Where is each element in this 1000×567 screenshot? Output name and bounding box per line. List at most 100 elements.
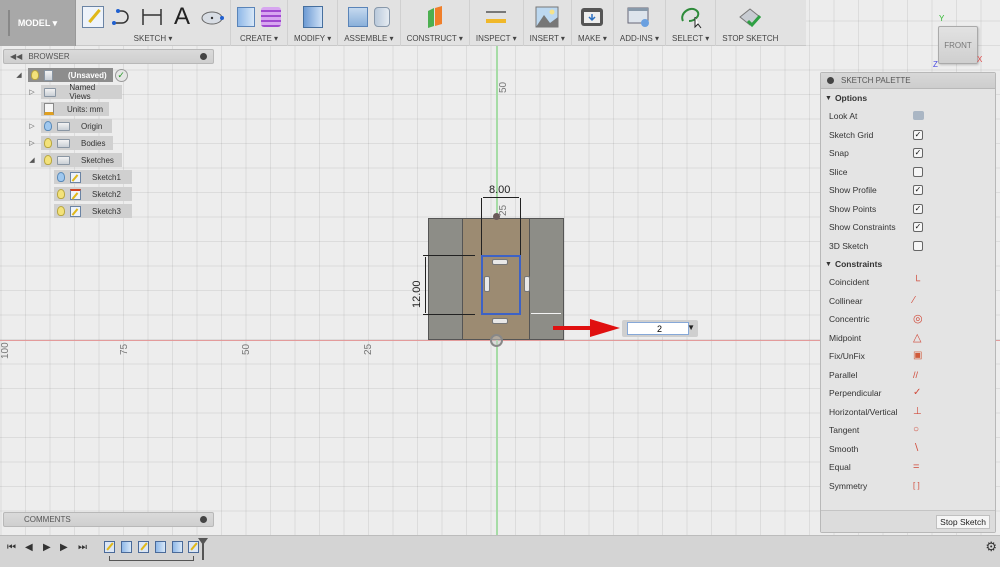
constraint-equal[interactable]: Equal = (821, 458, 995, 477)
visibility-bulb-icon[interactable] (31, 70, 39, 80)
3d-sketch-checkbox[interactable] (913, 240, 923, 251)
origin-point[interactable] (490, 334, 503, 347)
stop-sketch-icon[interactable] (738, 5, 762, 29)
viewcube[interactable]: FRONT (938, 26, 978, 64)
expand-right-icon[interactable]: ▷ (27, 88, 37, 96)
show-profile-checkbox[interactable]: ✓ (913, 185, 923, 195)
modify-menu[interactable]: MODIFY ▾ (294, 34, 331, 43)
profile-left-region[interactable] (428, 218, 463, 340)
slice-checkbox[interactable] (913, 166, 923, 177)
press-pull-icon[interactable] (302, 6, 323, 28)
expand-down-icon[interactable]: ◢ (27, 156, 37, 164)
gear-icon[interactable]: ⚙ (985, 539, 997, 555)
vertical-constraint-icon[interactable] (484, 276, 490, 292)
midpoint-icon[interactable]: △ (913, 332, 923, 343)
addins-menu[interactable]: ADD-INS ▾ (620, 34, 659, 43)
snap-checkbox[interactable]: ✓ (913, 148, 923, 158)
look-at-icon[interactable] (913, 111, 924, 120)
constraint-tangent[interactable]: Tangent ○ (821, 421, 995, 440)
vertical-constraint-icon[interactable] (524, 276, 530, 292)
constraint-concentric[interactable]: Concentric ◎ (821, 310, 995, 329)
constraint-collinear[interactable]: Collinear ⁄ (821, 292, 995, 311)
option-show-profile[interactable]: Show Profile ✓ (821, 181, 995, 200)
coincident-icon[interactable]: └ (913, 277, 923, 287)
symmetry-icon[interactable]: [ ] (913, 481, 923, 491)
play-icon[interactable]: ▶ (43, 542, 51, 553)
expand-right-icon[interactable]: ▷ (27, 139, 37, 147)
scripts-icon[interactable] (627, 5, 651, 29)
browser-item-named-views[interactable]: ▷ Named Views (27, 83, 122, 101)
construct-plane-icon[interactable] (423, 5, 447, 29)
horizontal-constraint-icon[interactable] (492, 259, 508, 265)
timeline-sketch-icon[interactable] (104, 541, 115, 553)
constraint-midpoint[interactable]: Midpoint △ (821, 329, 995, 348)
constraint-parallel[interactable]: Parallel // (821, 366, 995, 385)
option-3d-sketch[interactable]: 3D Sketch (821, 237, 995, 256)
sketch-line[interactable] (423, 255, 475, 256)
collinear-icon[interactable]: ⁄ (913, 295, 923, 306)
viewcube-face-front[interactable]: FRONT (944, 41, 972, 50)
timeline-extrude-icon[interactable] (172, 541, 183, 553)
dimension-value-input[interactable] (627, 322, 689, 335)
constraint-symmetry[interactable]: Symmetry [ ] (821, 477, 995, 496)
assemble-menu[interactable]: ASSEMBLE ▾ (344, 34, 393, 43)
option-show-constraints[interactable]: Show Constraints ✓ (821, 218, 995, 237)
option-show-points[interactable]: Show Points ✓ (821, 200, 995, 219)
sketch-point[interactable] (493, 213, 500, 220)
pin-icon[interactable] (200, 53, 207, 60)
timeline-sketch-icon[interactable] (138, 541, 149, 553)
comments-panel-header[interactable]: COMMENTS (3, 512, 214, 527)
browser-item-bodies[interactable]: ▷ Bodies (27, 136, 113, 150)
perpendicular-icon[interactable]: ✓ (913, 388, 923, 398)
timeline-extrude-icon[interactable] (155, 541, 166, 553)
chevron-down-icon[interactable]: ▼ (687, 323, 695, 332)
workspace-switcher[interactable]: MODEL ▾ (0, 0, 76, 46)
visibility-bulb-icon[interactable] (57, 172, 65, 182)
browser-item-sketch3[interactable]: Sketch3 (54, 204, 132, 218)
horizontal-vertical-icon[interactable]: ⊥ (913, 406, 923, 417)
browser-root[interactable]: ◢ (Unsaved) ✓ (14, 68, 128, 82)
collapse-icon[interactable]: ◀◀ (10, 52, 22, 61)
measure-icon[interactable] (484, 5, 508, 29)
dimension-height-label[interactable]: 12.00 (411, 280, 423, 308)
extrude-icon[interactable] (237, 7, 255, 27)
constraint-perpendicular[interactable]: Perpendicular ✓ (821, 384, 995, 403)
add-comment-icon[interactable] (200, 516, 207, 523)
visibility-bulb-icon[interactable] (44, 155, 52, 165)
insert-menu[interactable]: INSERT ▾ (530, 34, 565, 43)
browser-item-sketch2[interactable]: Sketch2 (54, 187, 132, 201)
expand-down-icon[interactable]: ◢ (14, 71, 24, 79)
timeline-marker-line[interactable] (202, 542, 204, 560)
concentric-icon[interactable]: ◎ (913, 314, 923, 325)
visibility-bulb-icon[interactable] (57, 189, 65, 199)
step-forward-icon[interactable]: ▶ (60, 542, 68, 553)
construct-menu[interactable]: CONSTRUCT ▾ (407, 34, 463, 43)
3d-print-icon[interactable] (580, 5, 604, 29)
browser-item-origin[interactable]: ▷ Origin (27, 119, 112, 133)
expand-right-icon[interactable]: ▷ (27, 122, 37, 130)
visibility-bulb-icon[interactable] (44, 121, 52, 131)
text-icon[interactable]: A (170, 5, 194, 29)
browser-item-units[interactable]: Units: mm (27, 102, 109, 116)
browser-item-sketch1[interactable]: Sketch1 (54, 170, 132, 184)
stop-sketch-palette-button[interactable]: Stop Sketch (936, 515, 990, 529)
smooth-icon[interactable]: ∖ (913, 443, 923, 454)
select-lasso-icon[interactable] (679, 5, 703, 29)
show-points-checkbox[interactable]: ✓ (913, 203, 923, 214)
go-to-end-icon[interactable]: ⏭ (78, 542, 87, 553)
constraint-coincident[interactable]: Coincident └ (821, 273, 995, 292)
browser-panel-header[interactable]: ◀◀ BROWSER (3, 49, 214, 64)
lock-icon[interactable]: ▣ (913, 351, 923, 361)
go-to-start-icon[interactable]: ⏮ (7, 542, 16, 553)
create-sketch-icon[interactable] (82, 6, 104, 28)
tangent-icon[interactable]: ○ (913, 425, 923, 435)
new-component-icon[interactable] (347, 7, 368, 27)
options-section-header[interactable]: ▼ Options (821, 89, 995, 107)
visibility-bulb-icon[interactable] (57, 206, 65, 216)
visibility-bulb-icon[interactable] (44, 138, 52, 148)
show-constraints-checkbox[interactable]: ✓ (913, 222, 923, 232)
make-menu[interactable]: MAKE ▾ (578, 34, 607, 43)
horizontal-constraint-icon[interactable] (492, 318, 508, 324)
ellipse-icon[interactable] (200, 5, 224, 29)
option-look-at[interactable]: Look At (821, 107, 995, 126)
